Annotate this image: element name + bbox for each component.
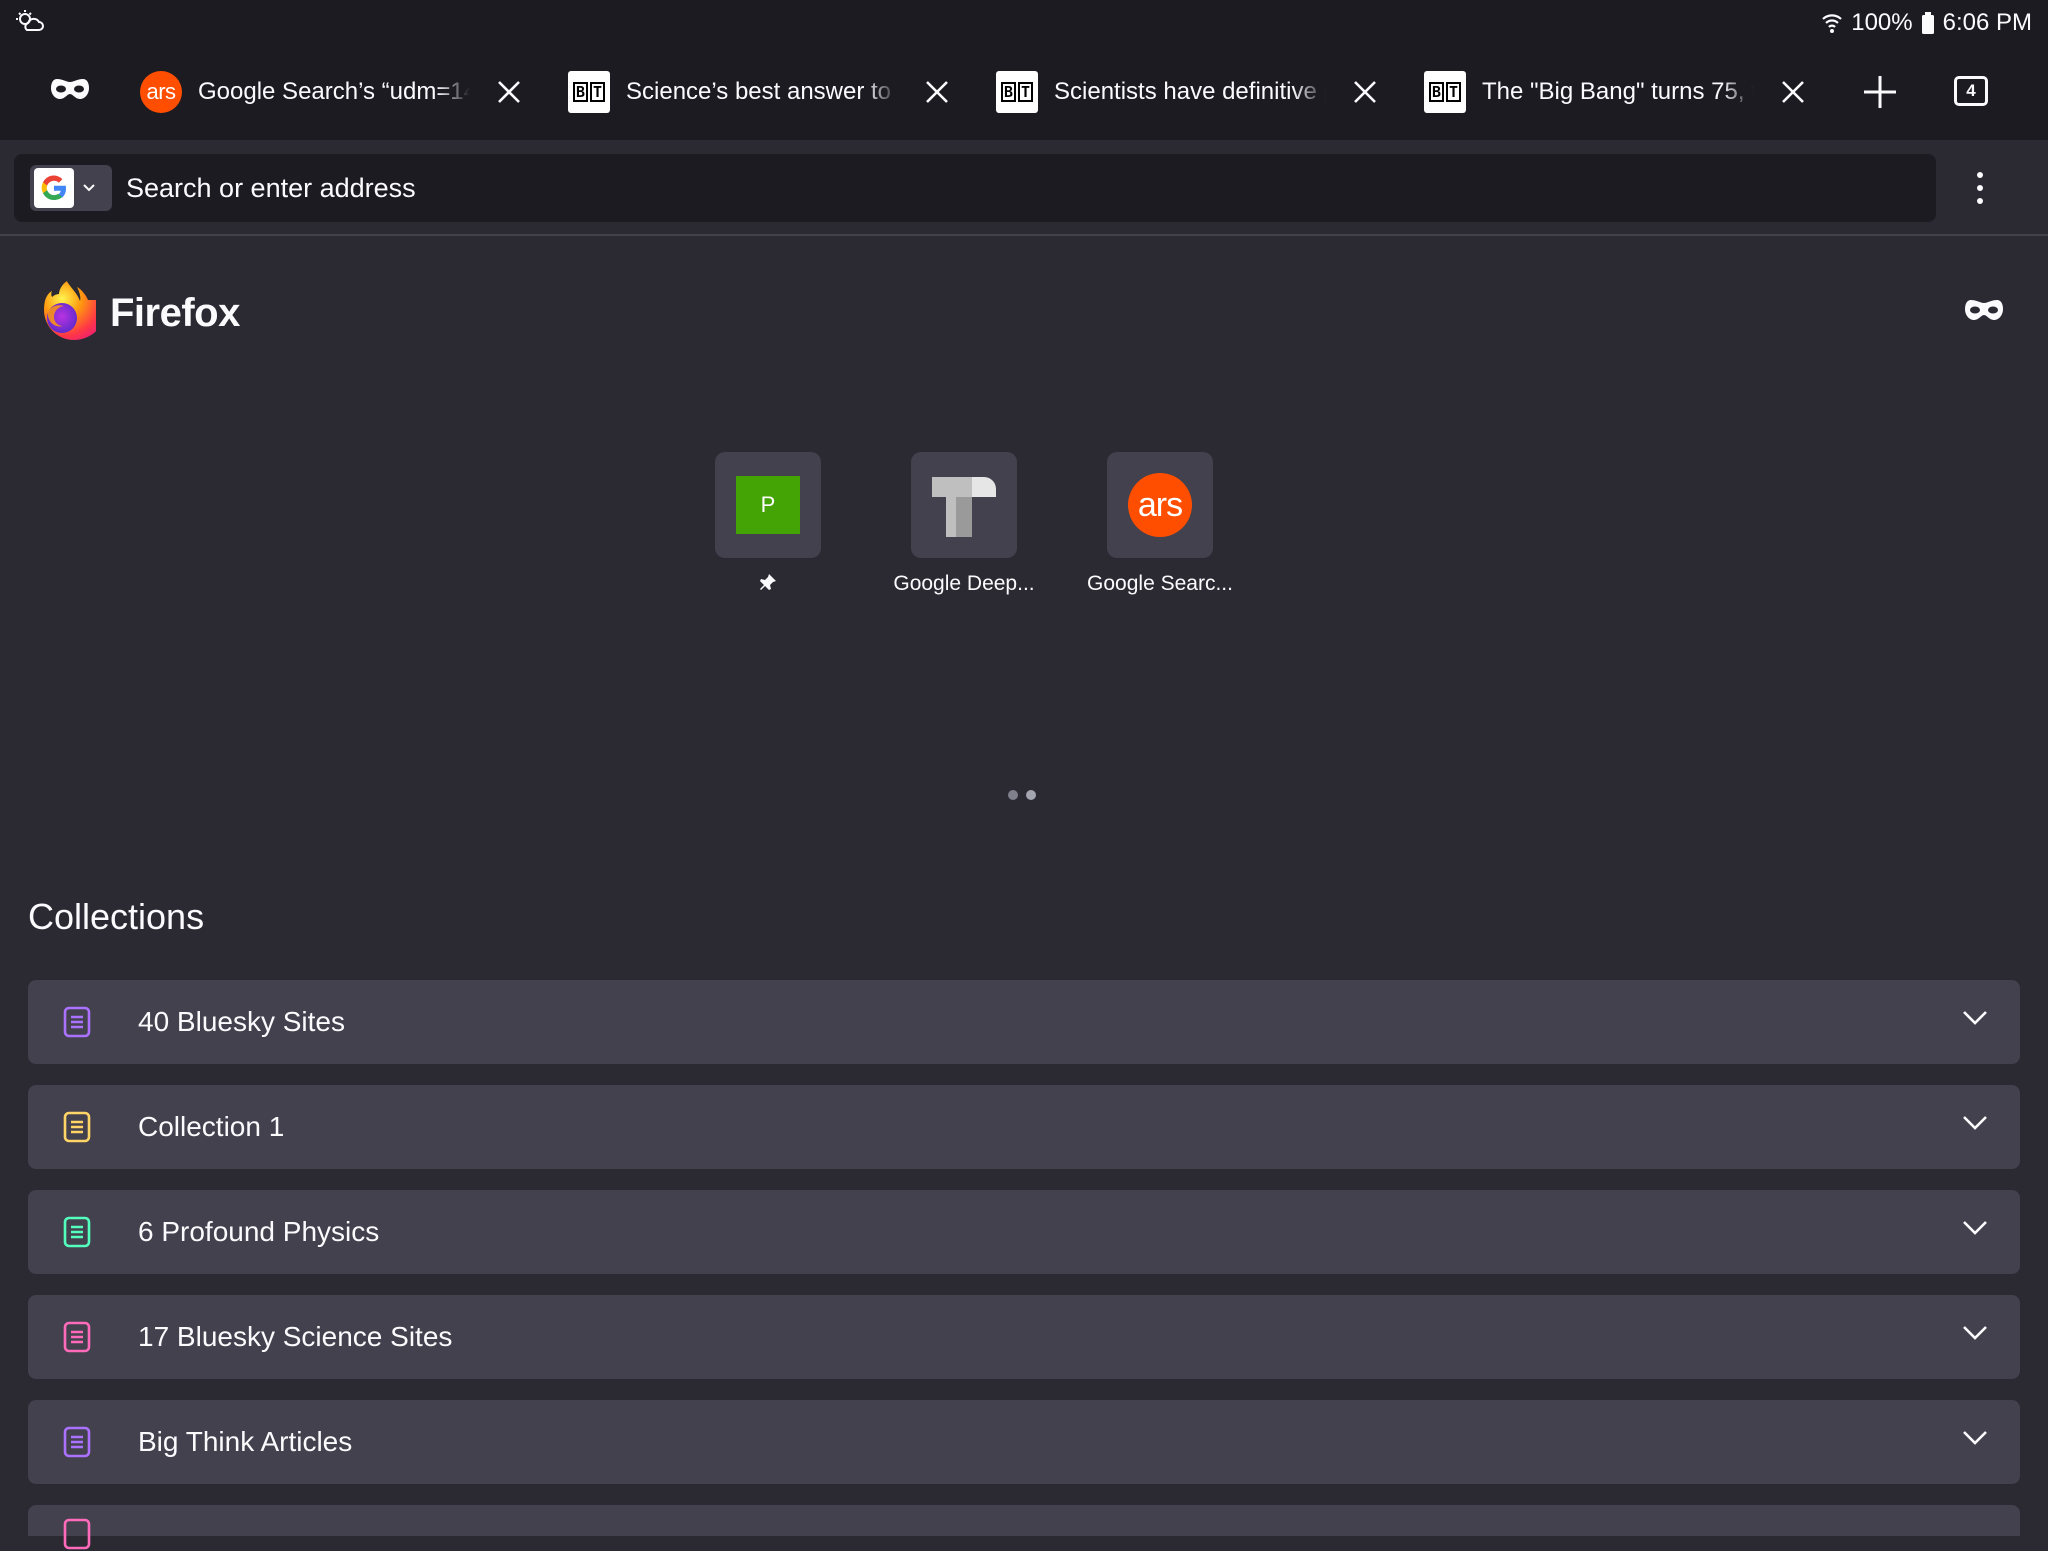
close-icon[interactable] <box>496 79 522 105</box>
t-logo-icon <box>932 477 996 537</box>
clock: 6:06 PM <box>1942 9 2032 36</box>
tab-strip: ars Google Search’s “udm=14” trick lets … <box>0 44 2048 140</box>
tab[interactable]: BT Scientists have definitive proof <box>996 64 1396 120</box>
private-browsing-mask-icon[interactable] <box>50 76 90 104</box>
top-site-label: Google Deep... <box>893 572 1035 595</box>
tab-counter-button[interactable]: 4 <box>1954 76 1988 106</box>
new-tab-plus-icon[interactable] <box>1862 74 1898 110</box>
brand-name: Firefox <box>110 290 240 335</box>
battery-icon <box>1921 12 1934 34</box>
private-mode-toggle-icon[interactable] <box>1964 296 2004 326</box>
collection-icon <box>63 1426 91 1458</box>
top-sites: P Google Deep... ars Google Searc... <box>670 452 1270 612</box>
search-engine-selector[interactable] <box>30 165 112 211</box>
chevron-down-icon[interactable] <box>1962 1325 1988 1341</box>
tab-title: The "Big Bang" turns 75, t <box>1482 78 1754 105</box>
chevron-down-icon[interactable] <box>1962 1115 1988 1131</box>
search-input[interactable]: Search or enter address <box>126 173 416 204</box>
collection-icon <box>63 1111 91 1143</box>
collection-icon <box>63 1216 91 1248</box>
chevron-down-icon[interactable] <box>1962 1430 1988 1446</box>
collection-icon <box>63 1006 91 1038</box>
collection-row[interactable]: Collection 1 <box>28 1085 2020 1169</box>
tab[interactable]: BT The "Big Bang" turns 75, t <box>1424 64 1824 120</box>
tab-title: Scientists have definitive proof <box>1054 78 1326 105</box>
close-icon[interactable] <box>924 79 950 105</box>
collection-row[interactable]: 40 Bluesky Sites <box>28 980 2020 1064</box>
collection-row[interactable] <box>28 1505 2020 1549</box>
toolbar: Search or enter address <box>0 140 2048 236</box>
collection-icon <box>63 1518 91 1549</box>
status-bar: 100% 6:06 PM <box>0 0 2048 44</box>
collection-icon <box>63 1321 91 1353</box>
google-g-icon <box>34 168 74 208</box>
ars-technica-favicon-icon: ars <box>140 71 182 113</box>
wifi-icon <box>1822 14 1842 33</box>
tab[interactable]: ars Google Search’s “udm=14” trick lets … <box>140 64 540 120</box>
battery-percent: 100% <box>1851 9 1913 36</box>
collection-row[interactable]: 6 Profound Physics <box>28 1190 2020 1274</box>
tab-title: Science’s best answer to what came befor… <box>626 78 898 105</box>
collection-row[interactable]: 17 Bluesky Science Sites <box>28 1295 2020 1379</box>
tab[interactable]: BT Science’s best answer to what came be… <box>568 64 968 120</box>
page-dot[interactable] <box>1008 790 1018 800</box>
tab-title: Google Search’s “udm=14” trick lets you … <box>198 78 470 105</box>
address-bar[interactable]: Search or enter address <box>14 154 1936 222</box>
site-favicon-icon: P <box>736 476 800 534</box>
top-site[interactable]: Google Deep... <box>866 452 1062 596</box>
top-site-tile[interactable]: P <box>715 452 821 558</box>
firefox-logo-icon <box>44 281 96 340</box>
collection-name: Big Think Articles <box>138 1426 353 1457</box>
collection-name: 17 Bluesky Science Sites <box>138 1321 453 1352</box>
weather-cloud-icon <box>16 10 44 31</box>
big-think-favicon-icon: BT <box>568 71 610 113</box>
top-site-label <box>670 572 866 598</box>
top-site-tile[interactable] <box>911 452 1017 558</box>
close-icon[interactable] <box>1352 79 1378 105</box>
collection-row[interactable]: Big Think Articles <box>28 1400 2020 1484</box>
chevron-down-icon[interactable] <box>1962 1220 1988 1236</box>
top-site-label: Google Searc... <box>1087 572 1233 595</box>
top-site-tile[interactable]: ars <box>1107 452 1213 558</box>
firefox-wordmark: Firefox <box>28 278 240 348</box>
pin-icon <box>760 574 776 590</box>
chevron-down-icon <box>83 184 95 192</box>
chevron-down-icon[interactable] <box>1962 1010 1988 1026</box>
big-think-favicon-icon: BT <box>1424 71 1466 113</box>
top-site[interactable]: ars Google Searc... <box>1062 452 1258 596</box>
menu-kebab-icon[interactable] <box>1960 164 2000 212</box>
collection-name: 6 Profound Physics <box>138 1216 380 1247</box>
ars-technica-logo-icon: ars <box>1128 473 1192 537</box>
top-sites-pager <box>1008 790 1036 800</box>
collections-heading: Collections <box>28 896 205 937</box>
page-dot[interactable] <box>1026 790 1036 800</box>
top-site[interactable]: P <box>670 452 866 598</box>
collection-name: 40 Bluesky Sites <box>138 1006 345 1037</box>
collection-name: Collection 1 <box>138 1111 285 1142</box>
big-think-favicon-icon: BT <box>996 71 1038 113</box>
close-icon[interactable] <box>1780 79 1806 105</box>
